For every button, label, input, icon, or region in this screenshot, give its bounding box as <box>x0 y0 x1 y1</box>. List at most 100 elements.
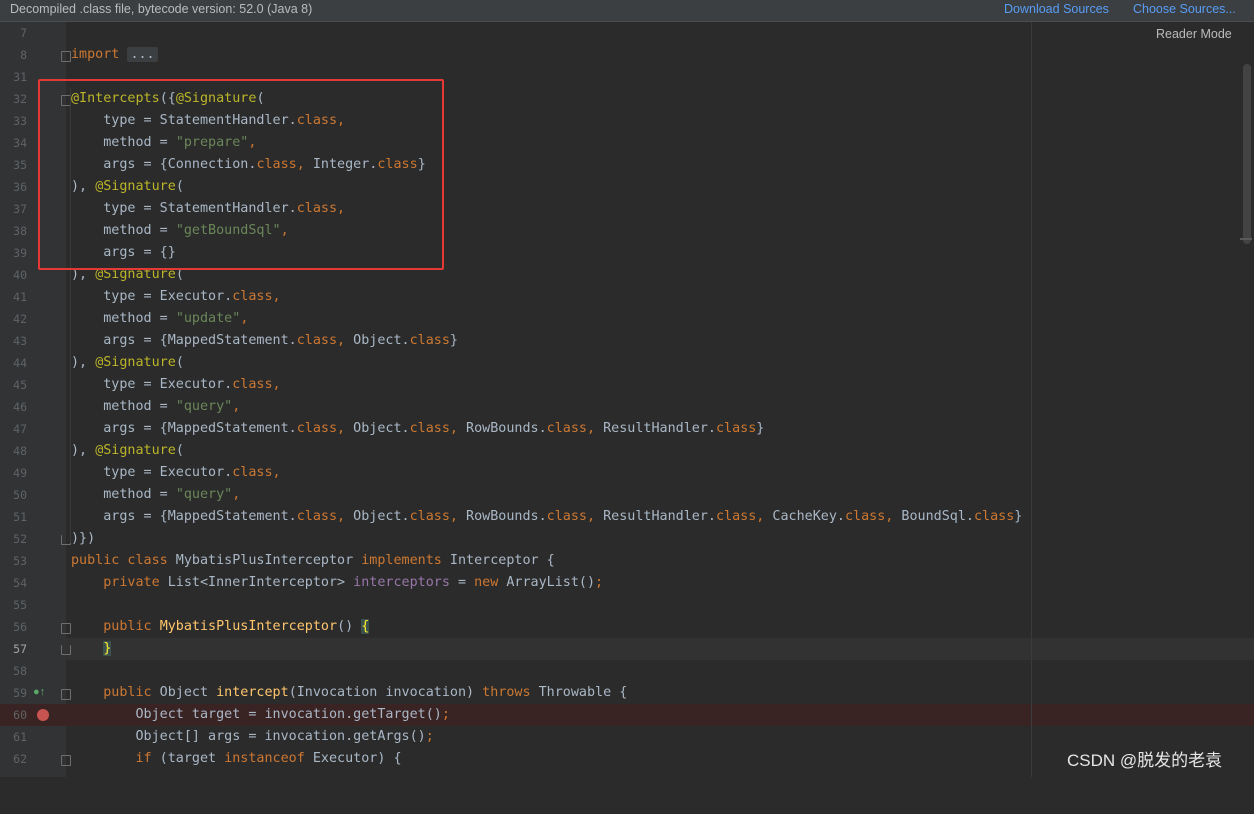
code-token: private <box>71 575 160 590</box>
code-token: Throwable { <box>530 685 628 700</box>
code-token: Object[] args = invocation.getArgs() <box>71 729 426 744</box>
line-number: 46 <box>13 400 27 414</box>
line-number: 55 <box>13 598 27 612</box>
line-number: 37 <box>13 202 27 216</box>
code-token: class, <box>409 421 458 436</box>
code-line: type = Executor.class, <box>66 462 280 484</box>
matched-brace: { <box>361 619 370 634</box>
code-token: interceptors <box>353 575 450 590</box>
code-token: if <box>71 751 152 766</box>
line-number: 33 <box>13 114 27 128</box>
highlight-annotation-box <box>38 79 444 270</box>
line-number: 62 <box>13 752 27 766</box>
code-token: class, <box>296 333 346 348</box>
choose-sources-link[interactable]: Choose Sources... <box>1133 2 1236 16</box>
code-line-breakpoint: Object target = invocation.getTarget(); <box>66 704 449 726</box>
code-token: = <box>449 575 475 590</box>
line-number: 38 <box>13 224 27 238</box>
code-token: class, <box>546 421 596 436</box>
code-token: public class <box>71 553 168 568</box>
line-number: 51 <box>13 510 27 524</box>
code-token: Object. <box>345 333 410 348</box>
code-token: ( <box>175 443 184 458</box>
line-number: 44 <box>13 356 27 370</box>
banner-message: Decompiled .class file, bytecode version… <box>10 2 313 16</box>
implements-icon[interactable]: ●↑ <box>33 686 45 698</box>
line-number: 32 <box>13 92 27 106</box>
code-token: ResultHandler. <box>595 509 716 524</box>
code-token: class <box>409 333 450 348</box>
code-line: method = "query", <box>66 396 240 418</box>
code-token: type = Executor. <box>71 465 233 480</box>
scrollbar-marker <box>1240 238 1252 240</box>
code-line: method = "update", <box>66 308 248 330</box>
code-line: public class MybatisPlusInterceptor impl… <box>66 550 555 572</box>
code-token: } <box>1014 509 1023 524</box>
code-token: "query" <box>175 487 233 502</box>
line-number: 59 <box>13 686 27 700</box>
code-token: Object. <box>345 421 410 436</box>
code-token: ResultHandler. <box>595 421 716 436</box>
code-token: "query" <box>175 399 233 414</box>
code-token: , <box>232 399 241 414</box>
code-token: List<InnerInterceptor> <box>159 575 354 590</box>
breakpoint-icon[interactable] <box>37 709 49 721</box>
vertical-scrollbar[interactable] <box>1243 64 1251 244</box>
code-token: ), <box>71 355 96 370</box>
line-number: 34 <box>13 136 27 150</box>
code-token: } <box>756 421 765 436</box>
code-line: ), @Signature( <box>66 352 184 374</box>
code-line: method = "query", <box>66 484 240 506</box>
code-token: class, <box>844 509 894 524</box>
code-token: throws <box>482 685 531 700</box>
line-number: 56 <box>13 620 27 634</box>
code-token: ), <box>71 443 96 458</box>
code-token: args = {MappedStatement. <box>71 421 297 436</box>
code-token: Executor) { <box>304 751 402 766</box>
line-number: 36 <box>13 180 27 194</box>
download-sources-link[interactable]: Download Sources <box>1004 2 1109 16</box>
code-line: Object[] args = invocation.getArgs(); <box>66 726 433 748</box>
code-token: , <box>240 311 249 326</box>
code-token: } <box>449 333 458 348</box>
line-number: 8 <box>20 48 27 62</box>
code-token: args = {MappedStatement. <box>71 333 297 348</box>
code-line: args = {MappedStatement.class, Object.cl… <box>66 418 764 440</box>
line-number: 49 <box>13 466 27 480</box>
code-token: , <box>232 487 241 502</box>
line-number: 52 <box>13 532 27 546</box>
code-token: class, <box>232 289 281 304</box>
code-token: class, <box>296 509 346 524</box>
line-number: 41 <box>13 290 27 304</box>
code-token: (Invocation invocation) <box>288 685 483 700</box>
code-line-current: } <box>66 638 112 660</box>
reader-mode-button[interactable]: Reader Mode <box>1156 27 1232 41</box>
code-token: class, <box>409 509 458 524</box>
line-number: 39 <box>13 246 27 260</box>
line-number: 7 <box>20 26 27 40</box>
code-token: ArrayList() <box>498 575 596 590</box>
code-line: args = {MappedStatement.class, Object.cl… <box>66 330 458 352</box>
code-token: class, <box>232 465 281 480</box>
code-line: private List<InnerInterceptor> intercept… <box>66 572 603 594</box>
decompiled-banner: Decompiled .class file, bytecode version… <box>0 0 1254 22</box>
code-token: class, <box>546 509 596 524</box>
matched-brace: } <box>103 641 112 656</box>
line-number: 42 <box>13 312 27 326</box>
code-line: public Object intercept(Invocation invoc… <box>66 682 627 704</box>
code-token: implements <box>361 553 442 568</box>
code-token: class, <box>715 509 765 524</box>
code-token: method = <box>71 399 176 414</box>
code-token: class, <box>232 377 281 392</box>
code-token: public <box>71 685 152 700</box>
code-token: @Signature <box>95 355 176 370</box>
code-line: if (target instanceof Executor) { <box>66 748 401 770</box>
code-token: RowBounds. <box>457 421 547 436</box>
code-token: ; <box>441 707 450 722</box>
line-number: 50 <box>13 488 27 502</box>
code-token: @Signature <box>95 443 176 458</box>
folded-imports[interactable]: ... <box>127 47 158 62</box>
code-line: import ... <box>66 44 158 66</box>
code-token: class, <box>296 421 346 436</box>
